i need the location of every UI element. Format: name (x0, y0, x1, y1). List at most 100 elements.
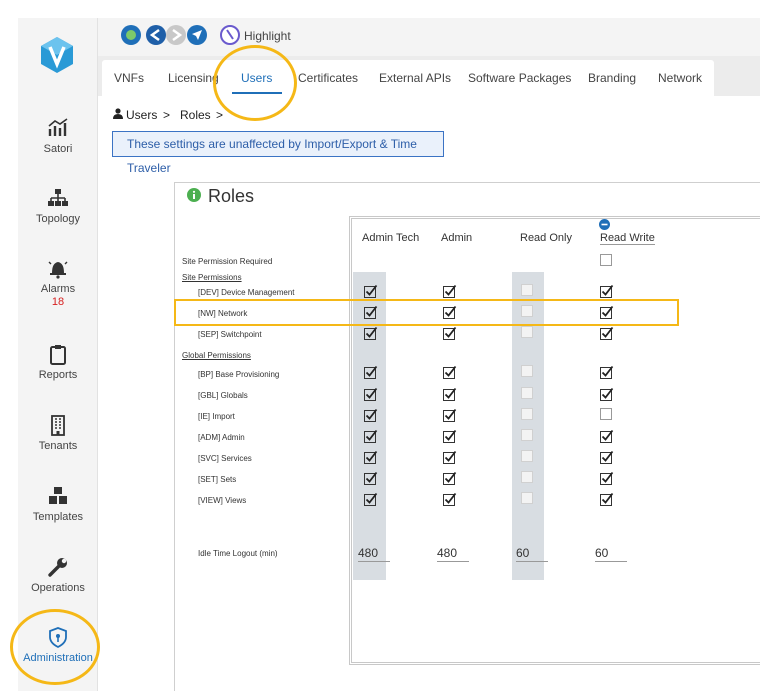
topology-icon (48, 189, 68, 206)
checkbox-checked[interactable] (600, 450, 614, 464)
column-header-read-write[interactable]: Read Write (600, 232, 655, 245)
chart-icon (48, 118, 68, 136)
clipboard-icon (50, 345, 66, 365)
tab-certificates[interactable]: Certificates (298, 71, 358, 85)
sidebar-item-label: Reports (38, 369, 78, 381)
checkbox-disabled[interactable] (521, 284, 533, 296)
alarm-count-badge: 18 (51, 296, 65, 308)
site-permissions-header: Site Permissions (182, 273, 242, 282)
sidebar-item-templates[interactable]: Templates (18, 485, 98, 523)
checkbox-checked[interactable] (364, 492, 378, 506)
permission-label: [BP] Base Provisioning (198, 370, 280, 379)
permission-label: [GBL] Globals (198, 391, 248, 400)
forward-arrow-icon[interactable] (166, 25, 186, 45)
checkbox-checked[interactable] (600, 284, 614, 298)
checkbox-checked[interactable] (600, 387, 614, 401)
checkbox-disabled[interactable] (521, 326, 533, 338)
site-permission-required-label: Site Permission Required (182, 257, 273, 266)
logo-icon[interactable] (40, 36, 74, 74)
sidebar-item-satori[interactable]: Satori (18, 117, 98, 155)
checkbox-disabled[interactable] (521, 408, 533, 420)
tab-external-apis[interactable]: External APIs (379, 71, 451, 85)
checkbox-checked[interactable] (364, 450, 378, 464)
sidebar-item-label: Tenants (38, 440, 78, 452)
column-header-admin[interactable]: Admin (441, 232, 472, 244)
wrench-icon (48, 558, 67, 577)
sidebar-item-reports[interactable]: Reports (18, 343, 98, 381)
checkbox-checked[interactable] (443, 408, 457, 422)
checkbox-disabled[interactable] (521, 429, 533, 441)
checkbox-checked[interactable] (600, 326, 614, 340)
permissions-table (349, 216, 760, 665)
permission-label: [DEV] Device Management (198, 288, 295, 297)
sidebar-item-label: Topology (35, 213, 81, 225)
checkbox-checked[interactable] (364, 284, 378, 298)
breadcrumb-users[interactable]: Users (126, 108, 157, 122)
checkbox-checked[interactable] (443, 365, 457, 379)
checkbox-checked[interactable] (443, 326, 457, 340)
checkbox-checked[interactable] (364, 365, 378, 379)
back-arrow-icon[interactable] (146, 25, 166, 45)
global-permissions-header: Global Permissions (182, 351, 251, 360)
checkbox-checked[interactable] (443, 450, 457, 464)
tab-branding[interactable]: Branding (588, 71, 636, 85)
tab-network[interactable]: Network (658, 71, 702, 85)
checkbox-checked[interactable] (600, 429, 614, 443)
tab-licensing[interactable]: Licensing (168, 71, 219, 85)
tab-vnfs[interactable]: VNFs (114, 71, 144, 85)
checkbox-checked[interactable] (443, 471, 457, 485)
highlight-icon[interactable] (220, 25, 240, 45)
highlight-row (174, 299, 679, 326)
breadcrumb-separator: > (216, 108, 224, 122)
checkbox-checked[interactable] (443, 429, 457, 443)
checkbox-disabled[interactable] (521, 450, 533, 462)
navigate-icon[interactable] (187, 25, 207, 45)
permission-label: [SEP] Switchpoint (198, 330, 262, 339)
globe-icon[interactable] (121, 25, 141, 45)
sidebar-item-label: Satori (43, 143, 73, 155)
checkbox-disabled[interactable] (521, 365, 533, 377)
checkbox-checked[interactable] (443, 492, 457, 506)
permission-label: [IE] Import (198, 412, 235, 421)
idle-time-input[interactable]: 480 (437, 546, 469, 562)
checkbox-checked[interactable] (600, 365, 614, 379)
column-header-read-only[interactable]: Read Only (520, 232, 572, 244)
sidebar-item-tenants[interactable]: Tenants (18, 414, 98, 452)
sidebar-item-operations[interactable]: Operations (18, 556, 98, 594)
checkbox-checked[interactable] (364, 408, 378, 422)
checkbox-checked[interactable] (364, 326, 378, 340)
checkbox-checked[interactable] (600, 471, 614, 485)
sidebar-item-topology[interactable]: Topology (18, 187, 98, 225)
sidebar-item-label: Operations (31, 582, 85, 594)
checkbox-checked[interactable] (364, 429, 378, 443)
idle-time-input[interactable]: 60 (595, 546, 627, 562)
checkbox-checked[interactable] (443, 284, 457, 298)
checkbox-checked[interactable] (364, 387, 378, 401)
highlight-ring (10, 609, 100, 685)
checkbox-unchecked[interactable] (600, 408, 612, 420)
checkbox-checked[interactable] (364, 471, 378, 485)
idle-time-input[interactable]: 60 (516, 546, 548, 562)
breadcrumb-roles[interactable]: Roles (180, 108, 211, 122)
idle-time-label: Idle Time Logout (min) (198, 549, 278, 558)
tab-software-packages[interactable]: Software Packages (468, 71, 571, 85)
breadcrumb-separator: > (163, 108, 171, 122)
remove-role-icon[interactable] (599, 219, 610, 230)
sidebar-item-label: Templates (32, 511, 84, 523)
idle-time-input[interactable]: 480 (358, 546, 390, 562)
checkbox-disabled[interactable] (521, 492, 533, 504)
permission-label: [SET] Sets (198, 475, 237, 484)
user-icon (113, 108, 123, 119)
column-header-admin-tech[interactable]: Admin Tech (362, 232, 419, 244)
checkbox-checked[interactable] (443, 387, 457, 401)
checkbox-disabled[interactable] (521, 387, 533, 399)
highlight-label[interactable]: Highlight (244, 29, 291, 43)
checkbox-checked[interactable] (600, 492, 614, 506)
cubes-icon (49, 487, 67, 504)
sidebar-item-alarms[interactable]: Alarms 18 (18, 257, 98, 308)
permission-label: [SVC] Services (198, 454, 252, 463)
checkbox-unchecked[interactable] (600, 254, 612, 266)
permission-label: [VIEW] Views (198, 496, 247, 505)
checkbox-disabled[interactable] (521, 471, 533, 483)
permission-label: [ADM] Admin (198, 433, 245, 442)
